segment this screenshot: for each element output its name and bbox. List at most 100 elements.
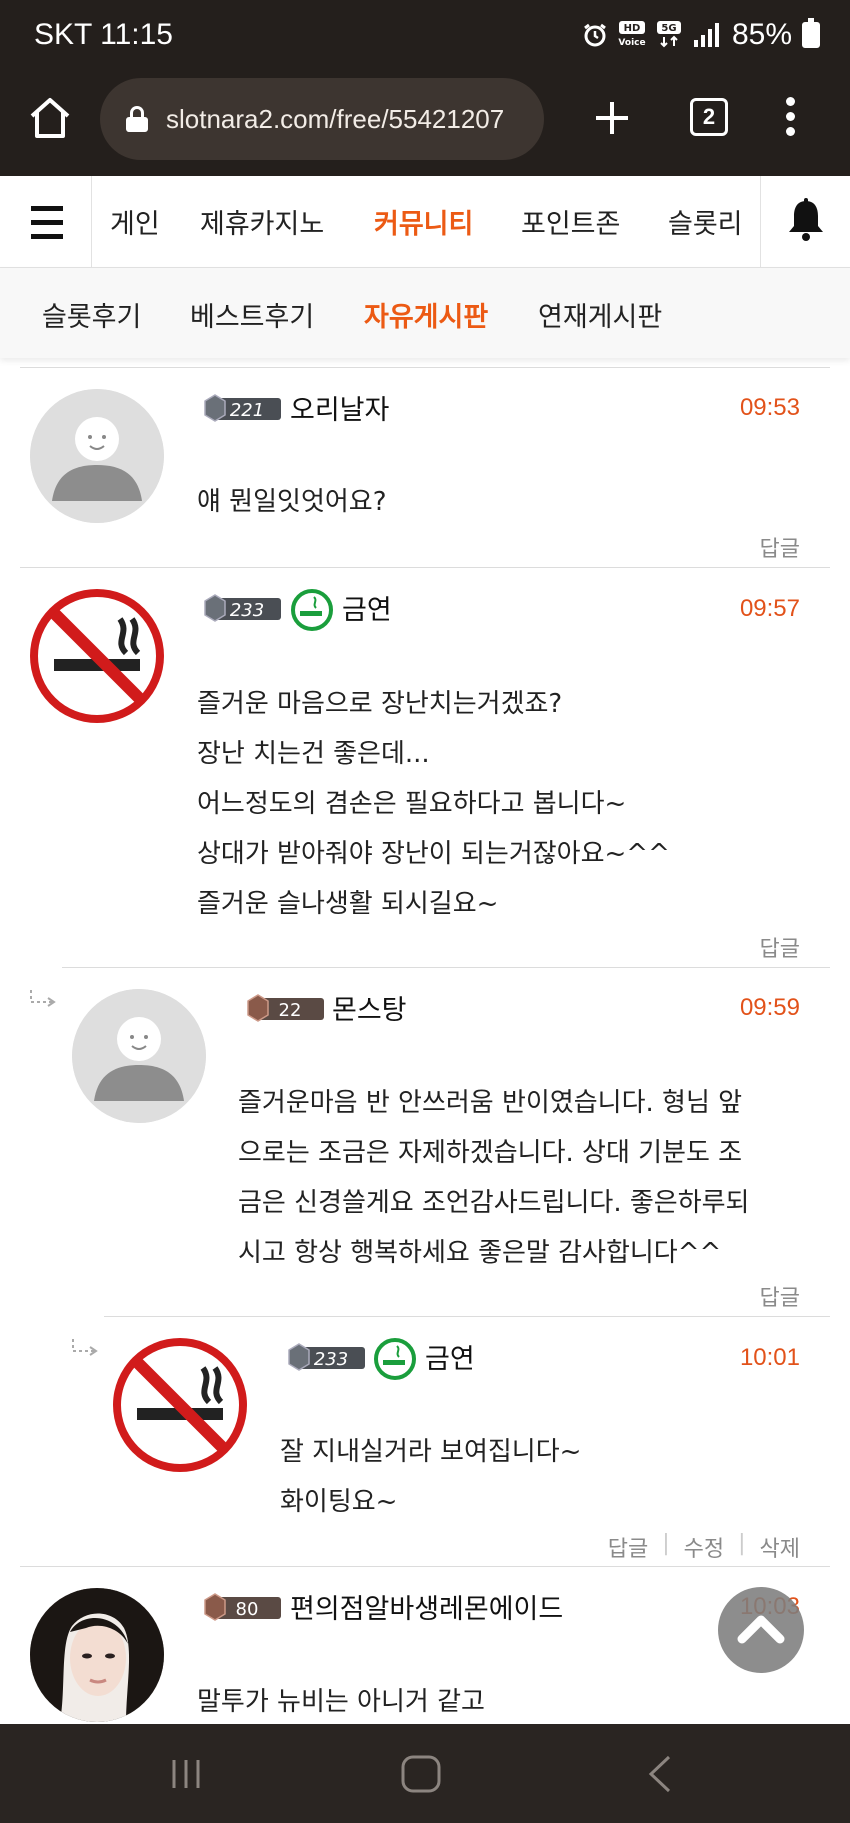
svg-text:5G: 5G xyxy=(661,23,676,34)
chevron-up-icon xyxy=(737,1615,785,1644)
no-smoking-avatar[interactable] xyxy=(113,1338,247,1472)
edit-link[interactable]: 수정 xyxy=(684,1531,724,1563)
divider xyxy=(104,1316,830,1317)
comment-line: 화이팅요~ xyxy=(280,1487,398,1517)
site-nav: 게인 제휴카지노 커뮤니티 포인트존 슬롯리 xyxy=(0,176,850,268)
comment-username[interactable]: 금연 xyxy=(342,588,392,627)
reply-link[interactable]: 답글 xyxy=(760,931,800,963)
tab-switcher-button[interactable]: 2 xyxy=(690,98,728,136)
comment-body: 잘 지내실거라 보여집니다~ 화이팅요~ xyxy=(280,1427,581,1527)
comment-line: 상대가 받아줘야 장난이 되는거잖아요~^^ xyxy=(197,839,670,869)
separator: | xyxy=(662,1531,670,1556)
comment-actions: 답글 xyxy=(760,931,800,963)
sub-nav-free-board[interactable]: 자유게시판 xyxy=(364,295,488,334)
reply-link[interactable]: 답글 xyxy=(760,1280,800,1312)
nav-item-partner-casino[interactable]: 제휴카지노 xyxy=(200,202,324,241)
default-avatar[interactable] xyxy=(72,989,206,1123)
sub-nav-best-review[interactable]: 베스트후기 xyxy=(190,295,314,334)
comment-time: 09:59 xyxy=(739,994,800,1021)
5g-icon: 5G xyxy=(656,20,682,50)
alarm-icon xyxy=(584,23,606,47)
divider xyxy=(20,1566,830,1567)
photo-avatar[interactable] xyxy=(30,1588,164,1722)
reply-link[interactable]: 답글 xyxy=(760,531,800,563)
carrier-time: SKT 11:15 xyxy=(34,18,173,51)
hamburger-menu-icon[interactable] xyxy=(0,176,92,268)
comment-line: 시고 항상 행복하세요 좋은말 감사합니다^^ xyxy=(238,1238,722,1268)
site-nav-items: 게인 제휴카지노 커뮤니티 포인트존 슬롯리 xyxy=(92,176,760,268)
hd-voice-icon: HD Voice xyxy=(618,20,646,50)
comment-line: 얘 뭔일잇엇어요? xyxy=(197,487,387,517)
more-menu-icon[interactable] xyxy=(780,94,800,142)
delete-link[interactable]: 삭제 xyxy=(760,1531,800,1563)
level-badge-icon: 221 xyxy=(204,394,281,422)
comment-username[interactable]: 금연 xyxy=(425,1337,475,1376)
battery-icon xyxy=(802,18,820,48)
home-nav-icon[interactable] xyxy=(400,1754,442,1794)
back-nav-icon[interactable] xyxy=(645,1754,675,1794)
no-smoking-avatar[interactable] xyxy=(30,589,164,723)
svg-text:Voice: Voice xyxy=(618,38,645,48)
new-tab-icon[interactable] xyxy=(590,96,634,140)
nav-item-community[interactable]: 커뮤니티 xyxy=(374,202,473,241)
level-badge-icon: 233 xyxy=(288,1343,365,1371)
level-number: 233 xyxy=(314,1349,348,1370)
comment-line: 금은 신경쓸게요 조언감사드립니다. 좋은하루되 xyxy=(238,1188,750,1218)
comment-line: 즐거운 마음으로 장난치는거겠죠? xyxy=(197,689,563,719)
comment-line: 어느정도의 겸손은 필요하다고 봅니다~ xyxy=(197,789,627,819)
comment-line: 장난 치는건 좋은데... xyxy=(197,739,430,769)
svg-text:HD: HD xyxy=(624,23,641,34)
level-number: 80 xyxy=(236,1599,259,1620)
notification-button[interactable] xyxy=(760,176,850,268)
recent-apps-icon[interactable] xyxy=(166,1754,206,1794)
divider xyxy=(20,567,830,568)
comment-line: 말투가 뉴비는 아니거 같고 xyxy=(197,1687,485,1717)
comment-body: 즐거운 마음으로 장난치는거겠죠? 장난 치는건 좋은데... 어느정도의 겸손… xyxy=(197,679,670,929)
comment-username[interactable]: 몬스탕 xyxy=(332,988,407,1027)
nav-item-slot[interactable]: 슬롯리 xyxy=(668,202,743,241)
comment-line: 즐거운 슬나생활 되시길요~ xyxy=(197,889,499,919)
scroll-to-top-button[interactable] xyxy=(718,1587,804,1673)
level-number: 22 xyxy=(279,1000,302,1021)
status-bar: SKT 11:15 HD Voice 5G 85% xyxy=(0,0,850,74)
level-number: 233 xyxy=(230,600,264,621)
comment-body: 얘 뭔일잇엇어요? xyxy=(197,477,387,527)
level-number: 221 xyxy=(230,400,264,421)
level-badge-icon: 22 xyxy=(247,994,324,1022)
home-icon[interactable] xyxy=(28,96,72,140)
comment-actions: 답글 xyxy=(760,1280,800,1312)
sub-nav: 슬롯후기 베스트후기 자유게시판 연재게시판 xyxy=(0,268,850,358)
comment-line: 즐거운마음 반 안쓰러움 반이였습니다. 형님 앞 xyxy=(238,1088,743,1118)
nav-item-game[interactable]: 게인 xyxy=(110,202,160,241)
system-nav-bar xyxy=(0,1724,850,1823)
comment-body: 말투가 뉴비는 아니거 같고 xyxy=(197,1677,485,1727)
comment-username[interactable]: 편의점알바생레몬에이드 xyxy=(290,1587,563,1626)
sub-nav-serial-board[interactable]: 연재게시판 xyxy=(538,295,662,334)
comment-actions: 답글 xyxy=(760,531,800,563)
divider xyxy=(20,367,830,368)
comment-body: 즐거운마음 반 안쓰러움 반이였습니다. 형님 앞 으로는 조금은 자제하겠습니… xyxy=(238,1078,749,1278)
nav-item-point-zone[interactable]: 포인트존 xyxy=(521,202,620,241)
level-badge-icon: 80 xyxy=(204,1593,281,1621)
battery-percent: 85% xyxy=(731,18,792,51)
url-text: slotnara2.com/free/55421207 xyxy=(166,103,505,134)
browser-toolbar: slotnara2.com/free/55421207 2 xyxy=(0,74,850,176)
comment-actions: 답글 | 수정 | 삭제 xyxy=(608,1531,800,1563)
bell-icon xyxy=(789,198,823,241)
default-avatar[interactable] xyxy=(30,389,164,523)
sub-nav-slot-review[interactable]: 슬롯후기 xyxy=(42,295,141,334)
comment-line: 잘 지내실거라 보여집니다~ xyxy=(280,1437,582,1467)
comment-time: 10:01 xyxy=(739,1344,800,1371)
comment-time: 09:57 xyxy=(739,595,800,622)
address-bar[interactable]: slotnara2.com/free/55421207 xyxy=(100,78,544,160)
separator: | xyxy=(738,1531,746,1556)
comment-time: 09:53 xyxy=(739,394,800,421)
signal-icon xyxy=(693,23,719,47)
no-smoking-badge-icon xyxy=(291,589,333,631)
comment-line: 으로는 조금은 자제하겠습니다. 상대 기분도 조 xyxy=(238,1138,743,1168)
reply-link[interactable]: 답글 xyxy=(608,1531,648,1563)
divider xyxy=(62,967,830,968)
comment-username[interactable]: 오리날자 xyxy=(290,388,389,427)
reply-arrow-icon xyxy=(30,990,56,1007)
status-icons: HD Voice 5G 85% xyxy=(582,18,820,52)
